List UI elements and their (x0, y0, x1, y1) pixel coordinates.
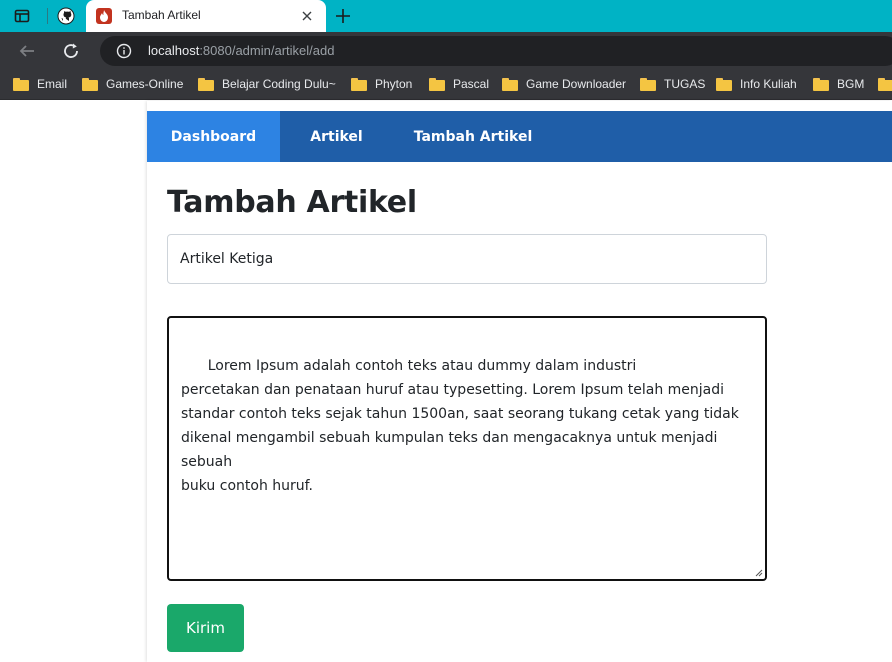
page-viewport: Dashboard Artikel Tambah Artikel Tambah … (0, 101, 892, 662)
browser-tab-strip: Tambah Artikel (0, 0, 892, 32)
resize-handle-icon[interactable] (755, 569, 763, 577)
bookmark-pascal[interactable]: Pascal (429, 75, 489, 93)
bookmark-games-online[interactable]: Games-Online (82, 75, 183, 93)
folder-icon (351, 77, 367, 91)
content-textarea[interactable]: Lorem Ipsum adalah contoh teks atau dumm… (167, 316, 767, 581)
folder-icon (502, 77, 518, 91)
submit-button[interactable]: Kirim (167, 604, 244, 652)
bookmark-bgm[interactable]: BGM (813, 75, 864, 93)
folder-icon (813, 77, 829, 91)
bookmark-game-downloader[interactable]: Game Downloader (502, 75, 626, 93)
url-host: localhost (148, 43, 200, 58)
folder-icon (716, 77, 732, 91)
bookmark-tugas[interactable]: TUGAS (640, 75, 705, 93)
main-container: Dashboard Artikel Tambah Artikel Tambah … (147, 101, 892, 662)
bookmark-label: Info Kuliah (740, 77, 797, 91)
folder-icon (198, 77, 214, 91)
address-bar[interactable]: localhost:8080/admin/artikel/add (100, 36, 892, 66)
nav-tambah-artikel[interactable]: Tambah Artikel (393, 111, 553, 162)
nav-dashboard[interactable]: Dashboard (147, 111, 280, 162)
tab-actions-icon[interactable] (12, 6, 32, 26)
folder-icon (878, 77, 892, 91)
bookmarks-bar: Email Games-Online Belajar Coding Dulu~ … (0, 69, 892, 100)
bookmark-belajar-coding[interactable]: Belajar Coding Dulu~ (198, 75, 336, 93)
nav-artikel[interactable]: Artikel (280, 111, 393, 162)
folder-icon (82, 77, 98, 91)
info-icon[interactable] (116, 43, 132, 59)
bookmark-overflow[interactable] (878, 75, 892, 93)
bookmark-label: Game Downloader (526, 77, 627, 91)
back-arrow-icon[interactable] (16, 40, 38, 62)
new-tab-icon[interactable] (333, 6, 353, 26)
folder-icon (13, 77, 29, 91)
url-path: :8080/admin/artikel/add (199, 43, 335, 58)
bookmark-label: Email (37, 77, 68, 91)
browser-toolbar: localhost:8080/admin/artikel/add (0, 32, 892, 69)
url-text[interactable]: localhost:8080/admin/artikel/add (148, 43, 334, 58)
top-navbar: Dashboard Artikel Tambah Artikel (147, 111, 892, 162)
folder-icon (640, 77, 656, 91)
bookmark-label: Phyton (375, 77, 413, 91)
tab-separator (47, 8, 48, 24)
bookmark-label: Belajar Coding Dulu~ (222, 77, 336, 91)
bookmark-phyton[interactable]: Phyton (351, 75, 412, 93)
bookmark-info-kuliah[interactable]: Info Kuliah (716, 75, 797, 93)
bookmark-label: Pascal (453, 77, 490, 91)
bookmark-email[interactable]: Email (13, 75, 67, 93)
close-icon[interactable] (299, 8, 315, 24)
bookmark-label: TUGAS (664, 77, 706, 91)
reload-icon[interactable] (60, 40, 82, 62)
folder-icon (429, 77, 445, 91)
tab-title: Tambah Artikel (122, 8, 201, 22)
bookmark-label: BGM (837, 77, 865, 91)
bookmark-label: Games-Online (106, 77, 184, 91)
content-text: Lorem Ipsum adalah contoh teks atau dumm… (181, 358, 739, 494)
active-tab[interactable]: Tambah Artikel (86, 0, 326, 32)
codeigniter-icon (96, 8, 112, 24)
title-input[interactable] (167, 234, 767, 284)
page-title: Tambah Artikel (167, 185, 417, 220)
github-icon[interactable] (56, 6, 76, 26)
